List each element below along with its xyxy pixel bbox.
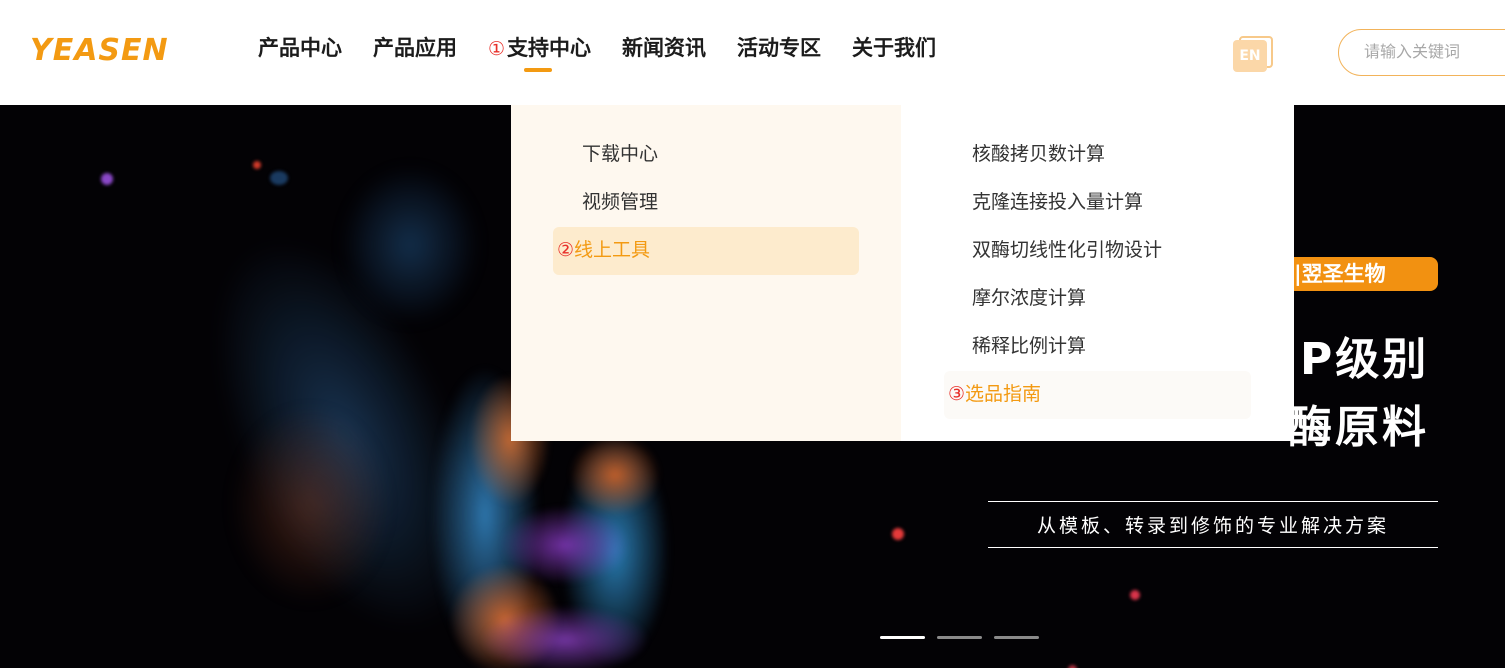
nav-item-label: 产品应用 [373,36,457,60]
nav-item-label: 关于我们 [852,36,937,60]
hero-headline: 酶原料 [1288,402,1429,453]
brand-tag: |翌圣生物 [1288,257,1438,291]
menu-item-label: 选品指南 [965,384,1042,405]
menu-item-online-tools[interactable]: ②线上工具 [553,227,859,275]
hero-subtitle: 从模板、转录到修饰的专业解决方案 [1036,515,1389,537]
dropdown-tool-list: 核酸拷贝数计算 克隆连接投入量计算 双酶切线性化引物设计 摩尔浓度计算 稀释比例… [901,105,1294,441]
yeasen-logo[interactable]: YEASEN [30,30,169,70]
menu-item-download-center[interactable]: 下载中心 [511,131,901,179]
dna-strand [570,435,660,515]
menu-item-molar-concentration[interactable]: 摩尔浓度计算 [901,275,1294,323]
nav-item-about[interactable]: 关于我们 [852,30,936,66]
menu-item-dilution-ratio[interactable]: 稀释比例计算 [901,323,1294,371]
annotation-marker: ② [557,240,575,261]
menu-item-label: 稀释比例计算 [972,336,1087,357]
site-header: YEASEN 产品中心 产品应用 ①支持中心 新闻资讯 活动专区 关于我们 EN [0,0,1505,105]
nav-item-label: 新闻资讯 [622,36,707,60]
divider [988,501,1438,502]
menu-item-label: 摩尔浓度计算 [972,288,1087,309]
menu-item-label: 视频管理 [582,192,659,213]
nav-item-support[interactable]: ①支持中心 [488,30,592,72]
dropdown-category-list: 下载中心 视频管理 ②线上工具 [511,105,901,441]
particle [1130,590,1140,600]
nav-item-products[interactable]: 产品中心 [258,30,342,66]
particle [253,161,261,169]
divider [988,547,1438,548]
menu-item-label: 核酸拷贝数计算 [972,144,1106,165]
language-icon: EN [1233,40,1267,72]
dna-base-pairs [480,605,650,668]
menu-item-label: 双酶切线性化引物设计 [972,240,1163,261]
nav-item-news[interactable]: 新闻资讯 [622,30,706,66]
annotation-marker: ③ [948,384,966,405]
carousel-dot[interactable] [994,636,1039,639]
dna-background-glow [230,405,390,605]
nav-item-applications[interactable]: 产品应用 [373,30,457,66]
particle [892,528,904,540]
annotation-marker: ① [488,38,506,60]
main-nav: 产品中心 产品应用 ①支持中心 新闻资讯 活动专区 关于我们 [258,30,967,72]
particle [270,171,288,185]
menu-item-cloning-ligation-input[interactable]: 克隆连接投入量计算 [901,179,1294,227]
carousel-dot[interactable] [937,636,982,639]
menu-item-double-digest-primer-design[interactable]: 双酶切线性化引物设计 [901,227,1294,275]
support-dropdown-menu: 下载中心 视频管理 ②线上工具 核酸拷贝数计算 克隆连接投入量计算 双酶切线性化… [511,105,1294,441]
menu-item-label: 线上工具 [574,240,651,261]
nav-item-label: 支持中心 [507,36,592,60]
active-nav-indicator [523,68,552,72]
search-input[interactable] [1338,29,1505,76]
menu-item-product-selection-guide[interactable]: ③选品指南 [944,371,1251,419]
carousel-dot-active[interactable] [880,636,925,639]
nav-item-label: 活动专区 [737,36,822,60]
dna-base-pairs [500,505,630,585]
menu-item-video-management[interactable]: 视频管理 [511,179,901,227]
menu-item-label: 克隆连接投入量计算 [972,192,1144,213]
nav-item-events[interactable]: 活动专区 [737,30,821,66]
logo-text: YEASEN [30,32,169,68]
particle [101,173,113,185]
hero-headline: P级别 [1300,334,1430,385]
dna-background-glow [340,165,480,325]
menu-item-label: 下载中心 [582,144,659,165]
nav-item-label: 产品中心 [258,36,342,60]
language-switch-button[interactable]: EN [1233,36,1273,72]
menu-item-nucleic-acid-copy-number[interactable]: 核酸拷贝数计算 [901,131,1294,179]
